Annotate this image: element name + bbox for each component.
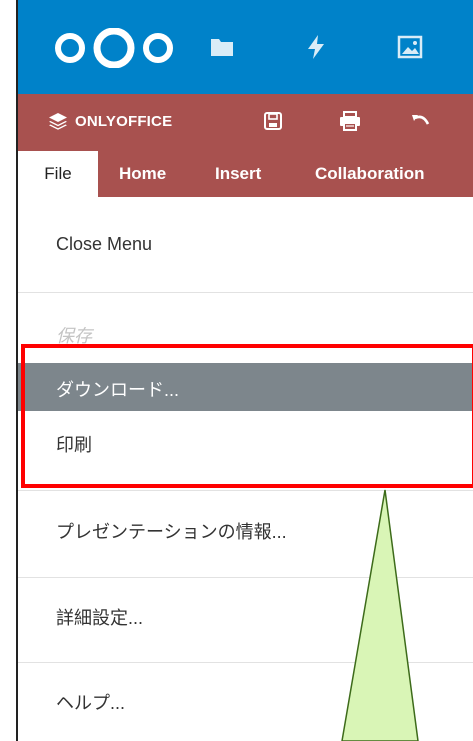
nextcloud-logo[interactable]: [52, 28, 177, 68]
tab-insert[interactable]: Insert: [215, 151, 261, 197]
folder-icon[interactable]: [209, 34, 235, 60]
tab-file[interactable]: File: [18, 151, 98, 197]
app-frame: ONLYOFFICE File Home Insert Collaboratio…: [0, 0, 473, 741]
menu-divider: [18, 292, 473, 293]
onlyoffice-logo: ONLYOFFICE: [48, 112, 172, 130]
annotation-callout-arrow: [341, 489, 419, 741]
tab-home[interactable]: Home: [119, 151, 166, 197]
nextcloud-header: [18, 0, 473, 94]
gallery-icon[interactable]: [397, 34, 423, 60]
annotation-highlight-box: [21, 344, 473, 488]
layers-icon: [49, 113, 67, 130]
ribbon-tabs: File Home Insert Collaboration: [18, 151, 473, 197]
brand-name: ONLYOFFICE: [75, 112, 173, 130]
onlyoffice-header: ONLYOFFICE: [18, 94, 473, 151]
activity-icon[interactable]: [303, 34, 329, 60]
undo-icon[interactable]: [410, 110, 432, 132]
print-icon[interactable]: [338, 110, 362, 132]
tab-collaboration[interactable]: Collaboration: [315, 151, 425, 197]
save-icon[interactable]: [262, 110, 284, 132]
close-menu-item[interactable]: Close Menu: [18, 234, 473, 255]
